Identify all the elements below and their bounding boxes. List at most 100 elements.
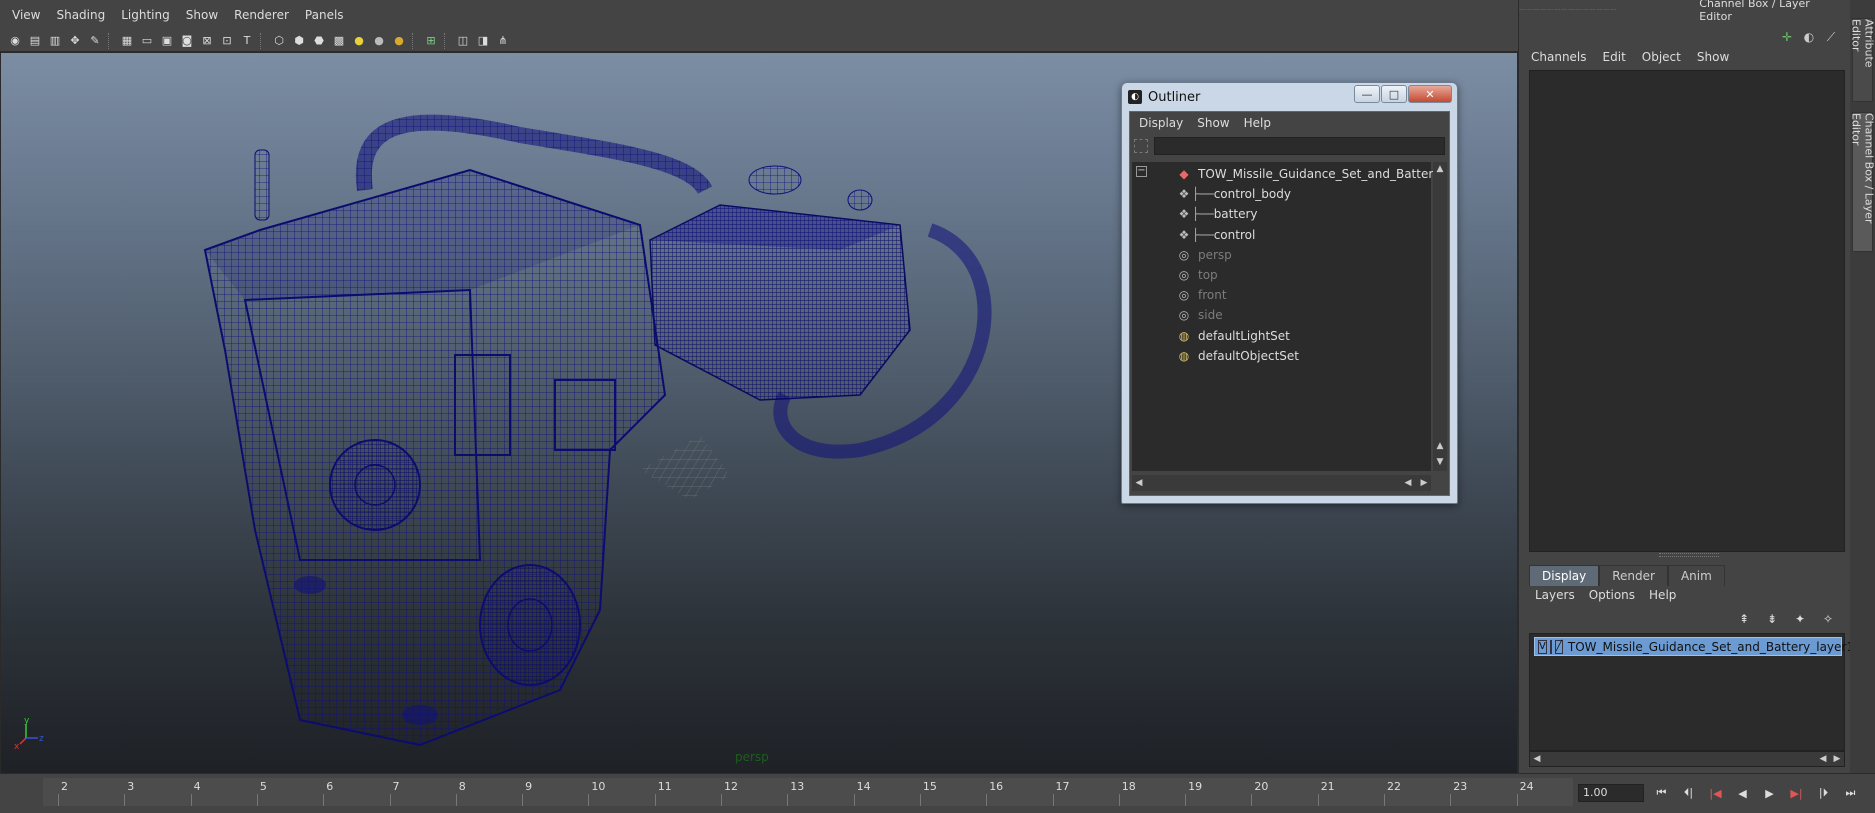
outliner-item[interactable]: ◎ persp [1176, 245, 1232, 265]
xray-components-icon[interactable]: ⋔ [494, 32, 512, 50]
bookmark-icon[interactable]: ▤ [26, 32, 44, 50]
menu-edit[interactable]: Edit [1603, 50, 1626, 64]
isolate-select-icon[interactable]: ⊞ [422, 32, 440, 50]
manipulator-icon[interactable]: ✛ [1778, 28, 1796, 46]
grease-pencil-icon[interactable]: ✎ [86, 32, 104, 50]
outliner-item[interactable]: ◎ front [1176, 285, 1227, 305]
filter-icon[interactable] [1134, 139, 1148, 153]
new-layer-from-selection-icon[interactable]: ✧ [1818, 610, 1838, 628]
menu-show[interactable]: Show [1697, 50, 1729, 64]
step-back-frame-button[interactable]: |◀ [1706, 784, 1725, 802]
viewport-menu-view[interactable]: View [4, 8, 48, 22]
menu-object[interactable]: Object [1642, 50, 1681, 64]
gate-mask-icon[interactable]: ◙ [178, 32, 196, 50]
scroll-left-icon[interactable]: ◀ [1530, 752, 1544, 766]
scroll-up-icon[interactable]: ▲ [1433, 439, 1447, 453]
outliner-item[interactable]: ❖ ├── control [1176, 225, 1256, 245]
pan-zoom-icon[interactable]: ✥ [66, 32, 84, 50]
tab-display[interactable]: Display [1529, 565, 1600, 586]
layer-type-toggle[interactable] [1549, 639, 1552, 654]
viewport-menu-panels[interactable]: Panels [297, 8, 352, 22]
close-button[interactable]: ✕ [1408, 85, 1452, 103]
outliner-menu-display[interactable]: Display [1132, 116, 1190, 130]
display-toggle-icon[interactable]: ◐ [1800, 28, 1818, 46]
outliner-menu-show[interactable]: Show [1190, 116, 1236, 130]
textured-icon[interactable]: ▩ [330, 32, 348, 50]
outliner-item[interactable]: ❖ ├── control_body [1176, 184, 1291, 204]
step-forward-key-button[interactable]: |⏵ [1814, 784, 1833, 802]
film-gate-icon[interactable]: ▭ [138, 32, 156, 50]
collapse-toggle-icon[interactable]: − [1136, 166, 1147, 177]
safe-action-icon[interactable]: ⊡ [218, 32, 236, 50]
pin-icon[interactable]: ⟋ [1822, 28, 1840, 46]
outliner-vertical-scrollbar[interactable]: ▲ ▲ ▼ [1433, 162, 1447, 471]
outliner-item[interactable]: ◍ defaultLightSet [1176, 326, 1290, 346]
outliner-window[interactable]: ◐ Outliner — □ ✕ Display Show Help − ◆ TO… [1121, 82, 1458, 504]
default-lighting-icon[interactable]: ● [350, 32, 368, 50]
xray-icon[interactable]: ◫ [454, 32, 472, 50]
tab-anim[interactable]: Anim [1667, 565, 1725, 586]
menu-options[interactable]: Options [1589, 588, 1635, 602]
xray-joints-icon[interactable]: ◨ [474, 32, 492, 50]
image-plane-icon[interactable]: ▥ [46, 32, 64, 50]
move-layer-up-icon[interactable]: ⇞ [1734, 610, 1754, 628]
outliner-filter-input[interactable] [1154, 137, 1445, 155]
scroll-left-icon[interactable]: ◀ [1132, 476, 1146, 490]
scroll-left-icon[interactable]: ◀ [1816, 752, 1830, 766]
scroll-right-icon[interactable]: ▶ [1417, 476, 1431, 490]
grid-icon[interactable]: ▦ [118, 32, 136, 50]
time-slider[interactable]: 2 3 4 5 6 7 8 9 10 11 12 13 14 15 16 17 18 19 20 21 22 23 24 1… [0, 773, 1875, 813]
minimize-button[interactable]: — [1354, 85, 1380, 103]
viewport-menu-renderer[interactable]: Renderer [226, 8, 297, 22]
high-quality-icon[interactable]: ● [390, 32, 408, 50]
resolution-gate-icon[interactable]: ▣ [158, 32, 176, 50]
outliner-item[interactable]: ◎ top [1176, 265, 1218, 285]
outliner-menu-help[interactable]: Help [1237, 116, 1278, 130]
layer-horizontal-scrollbar[interactable]: ◀ ◀ ▶ [1529, 751, 1845, 767]
layer-list[interactable]: V ╱ TOW_Missile_Guidance_Set_and_Battery… [1529, 633, 1854, 751]
viewport-menu-shading[interactable]: Shading [48, 8, 113, 22]
outliner-item[interactable]: ◎ side [1176, 305, 1223, 325]
layer-visibility-toggle[interactable]: V [1538, 639, 1547, 654]
go-to-end-button[interactable]: ⏭ [1841, 784, 1860, 802]
time-slider-track[interactable]: 2 3 4 5 6 7 8 9 10 11 12 13 14 15 16 17 18 19 20 21 22 23 24 [43, 778, 1573, 806]
tab-render[interactable]: Render [1599, 565, 1668, 586]
scroll-right-icon[interactable]: ▶ [1830, 752, 1844, 766]
outliner-item[interactable]: ◍ defaultObjectSet [1176, 346, 1299, 366]
smooth-shade-icon[interactable]: ⬢ [290, 32, 308, 50]
splitter-handle[interactable] [1659, 553, 1719, 557]
new-layer-icon[interactable]: ✦ [1790, 610, 1810, 628]
step-back-key-button[interactable]: ⏴| [1679, 784, 1698, 802]
wireframe-on-shaded-icon[interactable]: ⬣ [310, 32, 328, 50]
channel-box-area[interactable] [1529, 70, 1845, 552]
tab-attribute-editor[interactable]: Attribute Editor [1850, 18, 1875, 102]
field-chart-icon[interactable]: ⊠ [198, 32, 216, 50]
safe-title-icon[interactable]: T [238, 32, 256, 50]
play-forwards-button[interactable]: ▶ [1760, 784, 1779, 802]
play-backwards-button[interactable]: ◀ [1733, 784, 1752, 802]
layer-row[interactable]: V ╱ TOW_Missile_Guidance_Set_and_Battery… [1534, 637, 1854, 656]
shadows-icon[interactable]: ● [370, 32, 388, 50]
outliner-tree[interactable]: − ◆ TOW_Missile_Guidance_Set_and_Battery ❖… [1132, 162, 1440, 471]
scroll-up-icon[interactable]: ▲ [1433, 162, 1447, 176]
scroll-down-icon[interactable]: ▼ [1433, 455, 1447, 469]
outliner-item[interactable]: ❖ ├── battery [1176, 204, 1258, 224]
scroll-left-icon[interactable]: ◀ [1401, 476, 1415, 490]
panel-drag-handle[interactable]: ┈┈┈┈┈┈┈┈┈┈┈┈┈┈ [1519, 5, 1617, 16]
wireframe-icon[interactable]: ⬡ [270, 32, 288, 50]
go-to-start-button[interactable]: ⏮ [1652, 784, 1671, 802]
outliner-item[interactable]: ◆ TOW_Missile_Guidance_Set_and_Battery [1176, 164, 1440, 184]
outliner-horizontal-scrollbar[interactable]: ◀ ◀ ▶ [1132, 475, 1431, 491]
menu-help[interactable]: Help [1649, 588, 1676, 602]
move-layer-down-icon[interactable]: ⇟ [1762, 610, 1782, 628]
menu-layers[interactable]: Layers [1535, 588, 1575, 602]
tab-channel-box-layer-editor[interactable]: Channel Box / Layer Editor [1850, 112, 1875, 252]
maximize-button[interactable]: □ [1381, 85, 1407, 103]
viewport-menu-lighting[interactable]: Lighting [113, 8, 178, 22]
menu-channels[interactable]: Channels [1531, 50, 1587, 64]
current-frame-field[interactable]: 1.00 [1578, 784, 1644, 802]
step-forward-frame-button[interactable]: ▶| [1787, 784, 1806, 802]
layer-color-swatch-icon[interactable]: ╱ [1554, 639, 1563, 654]
camera-attributes-icon[interactable]: ◉ [6, 32, 24, 50]
viewport-menu-show[interactable]: Show [178, 8, 226, 22]
